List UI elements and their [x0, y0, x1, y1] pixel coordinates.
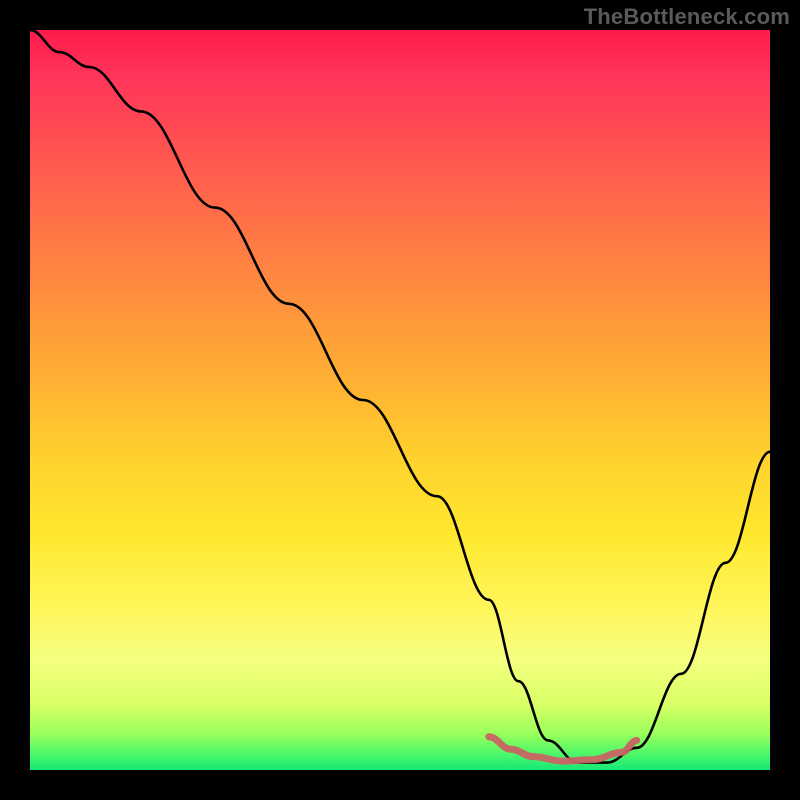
chart-svg — [30, 30, 770, 770]
chart-frame: TheBottleneck.com — [0, 0, 800, 800]
plot-area — [30, 30, 770, 770]
watermark-text: TheBottleneck.com — [584, 4, 790, 30]
optimal-range-marker — [489, 737, 637, 761]
bottleneck-curve-line — [30, 30, 770, 763]
